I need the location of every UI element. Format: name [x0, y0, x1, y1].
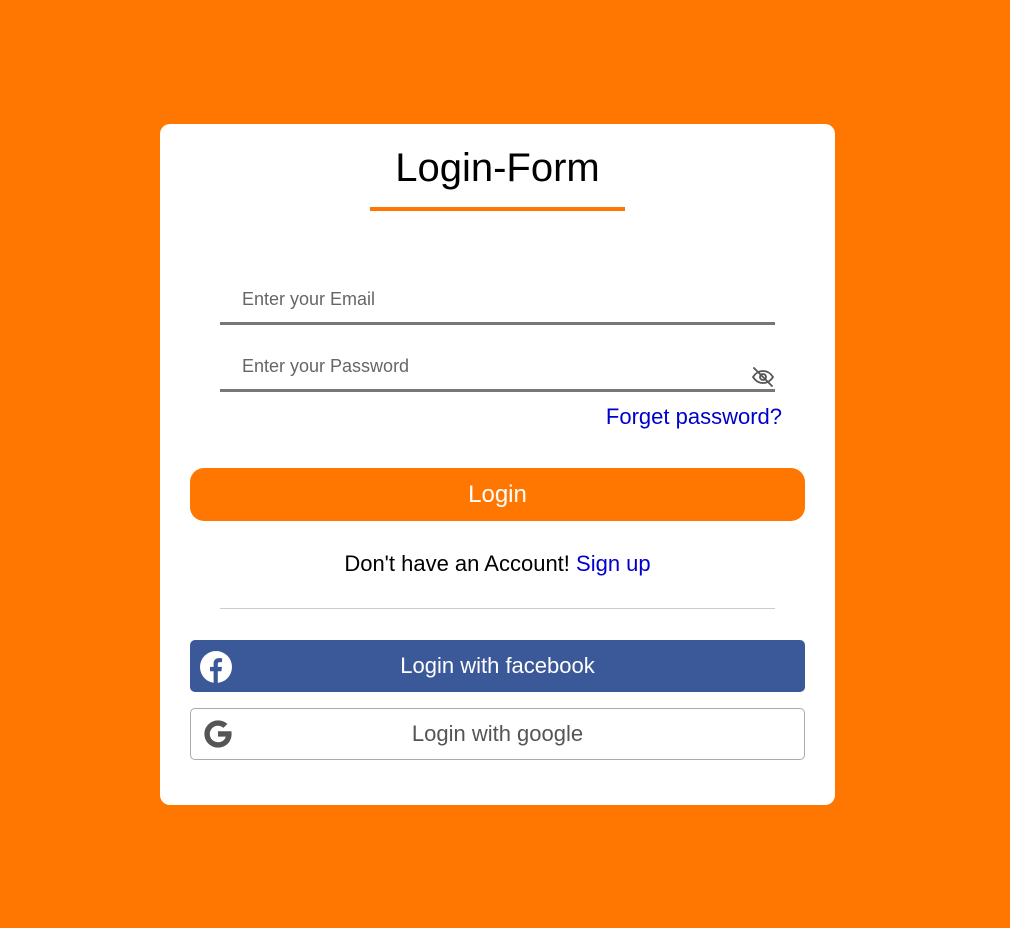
signup-prompt: Don't have an Account!	[344, 551, 570, 576]
facebook-icon	[200, 650, 232, 683]
google-login-label: Login with google	[411, 721, 584, 746]
password-field[interactable]	[220, 343, 775, 389]
signup-line: Don't have an Account! Sign up	[160, 551, 835, 577]
title-underline	[370, 207, 625, 211]
login-button[interactable]: Login	[190, 468, 805, 521]
login-card: Login-Form Forget password? Login Don't …	[160, 124, 835, 805]
google-login-button[interactable]: Login with google	[190, 708, 805, 760]
google-icon	[202, 718, 234, 750]
email-field-wrapper	[220, 276, 775, 325]
forgot-password-link[interactable]: Forget password?	[606, 404, 782, 430]
facebook-login-label: Login with facebook	[400, 653, 595, 678]
password-field-wrapper	[220, 343, 775, 392]
facebook-login-button[interactable]: Login with facebook	[190, 640, 805, 692]
divider	[220, 608, 775, 609]
signup-link[interactable]: Sign up	[576, 551, 651, 576]
page-title: Login-Form	[395, 146, 600, 190]
email-field[interactable]	[220, 276, 775, 322]
eye-slash-icon[interactable]	[751, 365, 775, 389]
